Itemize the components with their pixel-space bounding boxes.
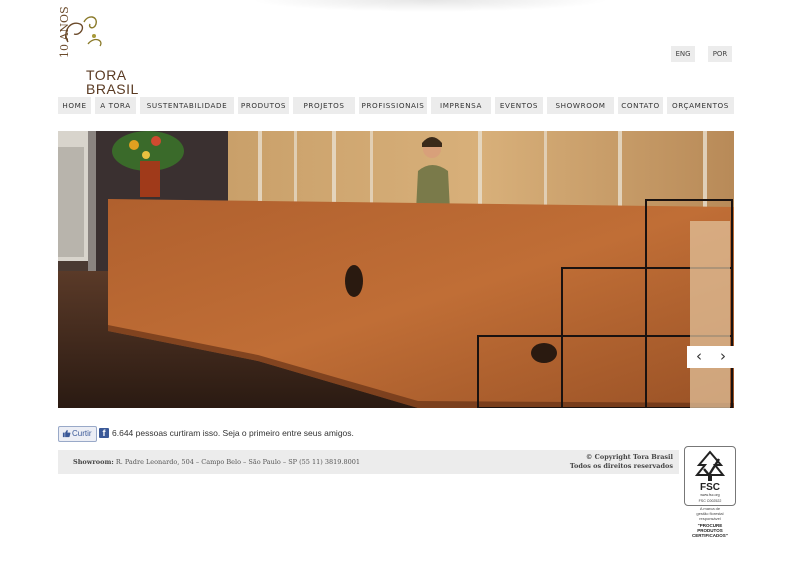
showroom-label: Showroom: (73, 458, 114, 466)
showroom-address: Showroom: R. Padre Leonardo, 504 – Campo… (73, 458, 360, 466)
fsc-site: www.fsc.org (700, 493, 720, 497)
hero-slideshow-image[interactable] (58, 131, 734, 408)
logo-tora-text: TORA (86, 67, 127, 83)
slider-controls: ‹ › (687, 346, 735, 368)
fsc-note-line3: responsável (699, 516, 721, 521)
fsc-procure-text: "PROCURE PRODUTOS CERTIFICADOS" (684, 523, 736, 538)
nav-item-eventos[interactable]: EVENTOS (495, 97, 543, 114)
rights-text: Todos os direitos reservados (569, 462, 673, 470)
facebook-like-button[interactable]: Curtir (58, 426, 97, 442)
facebook-icon: f (99, 428, 109, 438)
showroom-address-text: R. Padre Leonardo, 504 – Campo Belo – Sã… (115, 458, 360, 466)
reception-desk-photo (58, 131, 734, 408)
facebook-like-label: Curtir (72, 429, 92, 438)
nav-item-contato[interactable]: CONTATO (618, 97, 663, 114)
nav-item-a-tora[interactable]: A TORA (95, 97, 136, 114)
nav-item-orcamentos[interactable]: ORÇAMENTOS (667, 97, 734, 114)
fsc-tree-check-icon (694, 450, 726, 481)
nav-item-showroom[interactable]: SHOWROOM (547, 97, 614, 114)
fsc-certification-badge[interactable]: FSC www.fsc.org FSC C002522 (684, 446, 736, 506)
logo-brasil-text: BRASIL (86, 81, 139, 97)
nav-item-home[interactable]: HOME (58, 97, 91, 114)
top-shadow (250, 0, 610, 12)
nav-item-imprensa[interactable]: IMPRENSA (431, 97, 491, 114)
nav-item-produtos[interactable]: PRODUTOS (238, 97, 289, 114)
fsc-note: A marca de gestão florestal responsável (684, 506, 736, 521)
fsc-procure-line3: CERTIFICADOS" (692, 533, 728, 538)
copyright-block: © Copyright Tora Brasil Todos os direito… (570, 453, 673, 471)
nav-item-profissionais[interactable]: PROFISSIONAIS (359, 97, 427, 114)
nav-item-sustentabilidade[interactable]: SUSTENTABILIDADE (140, 97, 234, 114)
facebook-like-count-text: 6.644 pessoas curtiram isso. Seja o prim… (112, 428, 354, 438)
language-eng-button[interactable]: ENG (671, 46, 695, 62)
fsc-code: FSC C002522 (698, 499, 722, 503)
slider-next-icon[interactable]: › (711, 346, 735, 368)
logo-anos-text: 10 ANOS (58, 6, 71, 58)
fsc-title: FSC (700, 482, 720, 493)
tora-brasil-logo[interactable]: 10 ANOS TORA BRASIL (58, 6, 148, 98)
nav-item-projetos[interactable]: PROJETOS (293, 97, 355, 114)
thumbs-up-icon (62, 429, 71, 438)
footer-bar: Showroom: R. Padre Leonardo, 504 – Campo… (58, 450, 679, 474)
copyright-text: © Copyright Tora Brasil (585, 453, 673, 461)
slider-prev-icon[interactable]: ‹ (687, 346, 711, 368)
main-navigation: HOME A TORA SUSTENTABILIDADE PRODUTOS PR… (58, 97, 734, 114)
language-por-button[interactable]: POR (708, 46, 732, 62)
